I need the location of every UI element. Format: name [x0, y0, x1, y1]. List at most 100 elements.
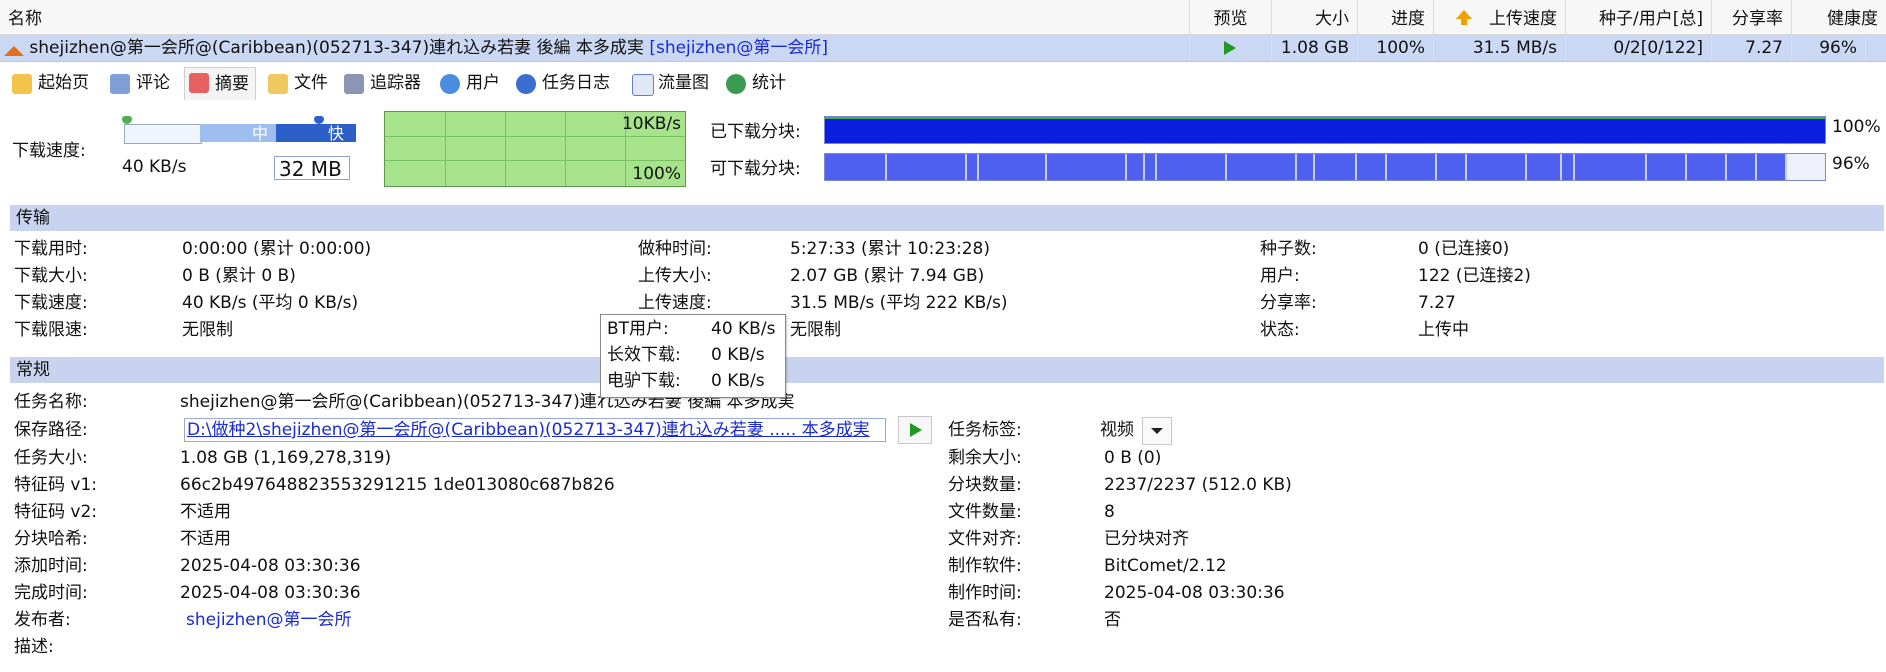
- general-value: BitComet/2.12: [1104, 556, 1227, 576]
- column-name[interactable]: 名称: [0, 0, 1190, 34]
- comment-icon: [110, 74, 130, 94]
- transfer-section-header: 传输: [10, 205, 1884, 231]
- column-size[interactable]: 大小: [1272, 0, 1358, 34]
- task-list-header: 名称 预览 大小 进度 上传速度 种子/用户[总] 分享率 健康度: [0, 0, 1886, 35]
- slider-fast-label: 快: [328, 124, 345, 143]
- tab-summary[interactable]: 摘要: [184, 67, 256, 100]
- tooltip-value: 0 KB/s: [711, 345, 765, 365]
- column-seeds-users[interactable]: 种子/用户[总]: [1566, 0, 1712, 34]
- preview-cell[interactable]: [1190, 35, 1272, 61]
- tab-peers[interactable]: 用户: [436, 69, 506, 97]
- tab-label: 起始页: [38, 73, 89, 93]
- missing-piece-mark: [965, 154, 967, 180]
- transfer-label: 分享率:: [1260, 293, 1317, 313]
- column-progress[interactable]: 进度: [1358, 0, 1434, 34]
- column-health[interactable]: 健康度: [1792, 0, 1886, 34]
- missing-piece-mark: [1685, 154, 1687, 180]
- general-value: 2025-04-08 03:30:36: [1104, 583, 1285, 603]
- cache-size-input[interactable]: 32 MB: [274, 156, 350, 181]
- general-value: 1.08 GB (1,169,278,319): [180, 448, 392, 468]
- graph-grid-line: [385, 136, 685, 137]
- missing-piece-mark: [1045, 154, 1047, 180]
- transfer-label: 上传大小:: [638, 266, 712, 286]
- slider-right-handle[interactable]: [314, 116, 324, 124]
- task-name-cell[interactable]: shejizhen@第一会所@(Caribbean)(052713-347)連れ…: [0, 35, 1190, 61]
- current-speed: 40 KB/s: [122, 157, 187, 177]
- general-value: 不适用: [180, 502, 231, 522]
- chevron-down-icon: [1151, 428, 1163, 434]
- missing-piece-mark: [1295, 154, 1297, 180]
- download-speed-label: 下载速度:: [12, 141, 86, 161]
- tab-label: 任务日志: [542, 73, 610, 93]
- home-icon: [12, 74, 32, 94]
- missing-piece-mark: [1125, 154, 1127, 180]
- column-ratio[interactable]: 分享率: [1712, 0, 1792, 34]
- tab-task-log[interactable]: 任务日志: [512, 69, 616, 97]
- tab-traffic-graph[interactable]: 流量图: [628, 69, 715, 97]
- general-label: 完成时间:: [14, 583, 88, 603]
- missing-piece-mark: [1355, 154, 1357, 180]
- missing-piece-mark: [1143, 154, 1145, 180]
- general-label: 任务大小:: [14, 448, 88, 468]
- general-value: 不适用: [180, 529, 231, 549]
- size-cell: 1.08 GB: [1272, 35, 1358, 61]
- transfer-value: 无限制: [182, 320, 233, 340]
- available-blocks-fill: [825, 154, 1785, 180]
- tooltip-label: BT用户:: [607, 319, 669, 339]
- slider-left-handle[interactable]: [122, 116, 132, 124]
- column-upload-speed[interactable]: 上传速度: [1434, 0, 1566, 34]
- transfer-label: 种子数:: [1260, 239, 1317, 259]
- transfer-value: 5:27:33 (累计 10:23:28): [790, 239, 990, 259]
- seeds-users-cell: 0/2[0/122]: [1566, 35, 1712, 61]
- downloaded-blocks-bar: [824, 116, 1826, 144]
- upload-arrow-icon-stem: [1461, 19, 1467, 25]
- play-icon[interactable]: [1224, 41, 1236, 55]
- tab-files[interactable]: 文件: [264, 69, 334, 97]
- transfer-label: 做种时间:: [638, 239, 712, 259]
- transfer-label: 状态:: [1260, 320, 1300, 340]
- general-label: 特征码 v1:: [14, 475, 98, 495]
- folder-icon: [268, 74, 288, 94]
- general-label: 制作时间:: [948, 583, 1022, 603]
- transfer-value: 无限制: [790, 320, 841, 340]
- tab-label: 评论: [136, 73, 170, 93]
- missing-piece-mark: [1525, 154, 1527, 180]
- missing-piece-mark: [1435, 154, 1437, 180]
- missing-piece-mark: [1755, 154, 1757, 180]
- save-path-link[interactable]: D:\做种2\shejizhen@第一会所@(Caribbean)(052713…: [184, 418, 886, 442]
- graph-grid-line: [385, 160, 685, 161]
- transfer-label: 下载用时:: [14, 239, 88, 259]
- missing-piece-mark: [885, 154, 887, 180]
- general-value: 2025-04-08 03:30:36: [180, 556, 361, 576]
- publisher-link[interactable]: shejizhen@第一会所: [186, 608, 351, 632]
- graph-grid-line: [445, 112, 446, 186]
- tab-comments[interactable]: 评论: [106, 69, 176, 97]
- task-name: shejizhen@第一会所@(Caribbean)(052713-347)連れ…: [29, 38, 644, 58]
- transfer-value: 122 (已连接2): [1418, 266, 1531, 286]
- transfer-value: 0:00:00 (累计 0:00:00): [182, 239, 372, 259]
- general-value: 已分块对齐: [1104, 529, 1189, 549]
- tab-statistics[interactable]: 统计: [722, 69, 792, 97]
- column-preview[interactable]: 预览: [1190, 0, 1272, 34]
- tab-trackers[interactable]: 追踪器: [340, 69, 427, 97]
- open-folder-button[interactable]: [898, 416, 932, 444]
- tooltip-value: 40 KB/s: [711, 319, 776, 339]
- speed-limit-slider[interactable]: 中 快: [122, 116, 356, 148]
- task-row[interactable]: shejizhen@第一会所@(Caribbean)(052713-347)連れ…: [0, 35, 1886, 62]
- missing-piece-mark: [977, 154, 979, 180]
- health-cell: 96%: [1792, 35, 1866, 61]
- task-tag-value: 视频: [1100, 420, 1134, 440]
- tab-label: 文件: [294, 73, 328, 93]
- tab-start-page[interactable]: 起始页: [8, 69, 95, 97]
- upload-arrow-icon: [1456, 10, 1472, 19]
- tab-label: 用户: [466, 73, 500, 93]
- upload-speed-cell: 31.5 MB/s: [1434, 35, 1566, 61]
- downloaded-blocks-label: 已下载分块:: [710, 122, 801, 142]
- general-label: 添加时间:: [14, 556, 88, 576]
- checklist-icon: [189, 73, 209, 93]
- general-value: 8: [1104, 502, 1115, 522]
- pie-chart-icon: [726, 74, 746, 94]
- tooltip-label: 电驴下载:: [607, 371, 681, 391]
- missing-piece-mark: [1560, 154, 1562, 180]
- task-tag-dropdown[interactable]: [1142, 417, 1172, 445]
